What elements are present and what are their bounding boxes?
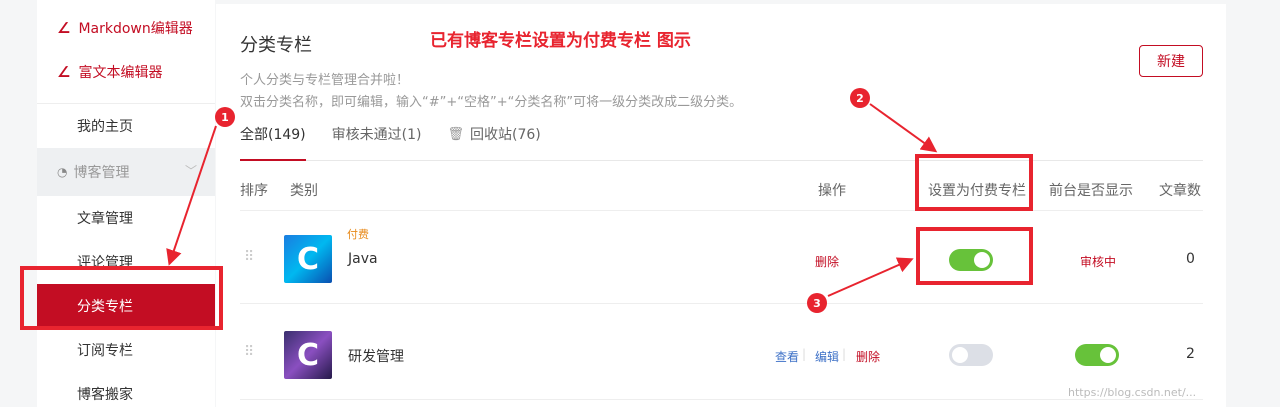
annotation-badge-2: 2 [850, 88, 870, 108]
annotation-badge-3: 3 [807, 293, 827, 313]
arrow-3 [827, 257, 914, 297]
annotation-arrows [166, 103, 938, 297]
annotation-badge-1: 1 [215, 107, 235, 127]
arrow-2 [869, 103, 938, 153]
arrow-1 [166, 125, 217, 266]
